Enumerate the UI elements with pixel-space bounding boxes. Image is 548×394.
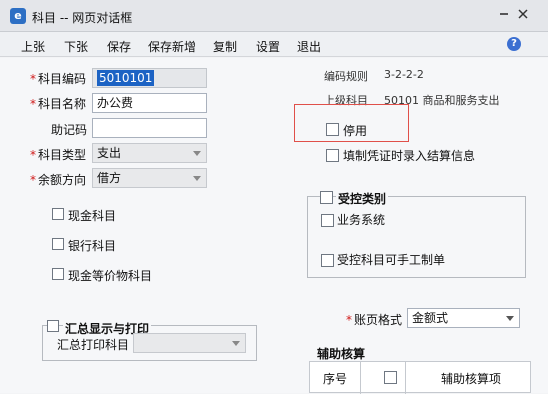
controlled-title: 受控类别 <box>336 190 389 207</box>
type-value: 支出 <box>97 146 122 160</box>
summary-checkbox[interactable] <box>47 320 59 332</box>
rule-value: 3-2-2-2 <box>384 68 424 81</box>
code-field[interactable]: 5010101 <box>92 68 207 88</box>
app-icon: e <box>10 8 26 24</box>
controlled-checkbox[interactable] <box>320 191 333 204</box>
cash-checkbox[interactable] <box>52 208 64 220</box>
code-label: * 科目编码 <box>30 72 87 86</box>
cash-equiv-checkbox[interactable] <box>52 268 64 280</box>
summary-print-select[interactable] <box>133 333 246 353</box>
aux-title: 辅助核算 <box>317 347 366 361</box>
name-label: * 科目名称 <box>30 97 87 111</box>
rule-label: 编码规则 <box>324 70 368 83</box>
bank-checkbox[interactable] <box>52 238 64 250</box>
menu-next[interactable]: 下张 <box>64 38 88 55</box>
ledger-value: 金额式 <box>412 311 449 325</box>
balance-select[interactable]: 借方 <box>92 168 207 188</box>
ledger-select[interactable]: 金额式 <box>407 308 520 328</box>
mnemonic-label: 助记码 <box>51 123 88 137</box>
dropdown-arrow-icon <box>506 316 514 321</box>
summary-print-label: 汇总打印科目 <box>57 338 130 352</box>
title-bar: e 科目 -- 网页对话框 <box>0 0 548 32</box>
menu-settings[interactable]: 设置 <box>256 38 280 55</box>
dropdown-arrow-icon <box>193 176 201 181</box>
ledger-label: * 账页格式 <box>346 313 403 327</box>
bank-label: 银行科目 <box>68 239 117 253</box>
voucher-label: 填制凭证时录入结算信息 <box>343 149 476 163</box>
mnemonic-field[interactable] <box>92 118 207 138</box>
disable-checkbox[interactable] <box>326 123 339 136</box>
business-label: 业务系统 <box>337 213 386 227</box>
menu-prev[interactable]: 上张 <box>21 38 45 55</box>
menu-bar: 上张 下张 保存 保存新增 复制 设置 退出 <box>0 32 548 57</box>
menu-exit[interactable]: 退出 <box>297 38 321 55</box>
dropdown-arrow-icon <box>232 341 240 346</box>
manual-label: 受控科目可手工制单 <box>337 253 446 267</box>
help-icon[interactable]: ? <box>507 37 521 51</box>
name-field[interactable]: 办公费 <box>92 93 207 113</box>
code-value: 5010101 <box>97 70 155 86</box>
dropdown-arrow-icon <box>193 151 201 156</box>
aux-select-all-checkbox[interactable] <box>384 371 397 384</box>
menu-save[interactable]: 保存 <box>107 38 131 55</box>
voucher-checkbox[interactable] <box>326 149 339 162</box>
menu-copy[interactable]: 复制 <box>213 38 237 55</box>
manual-checkbox[interactable] <box>321 254 334 267</box>
close-icon[interactable] <box>515 6 531 22</box>
aux-col-seq: 序号 <box>323 372 348 386</box>
type-label: * 科目类型 <box>30 148 87 162</box>
cash-equiv-label: 现金等价物科目 <box>68 269 153 283</box>
type-select[interactable]: 支出 <box>92 143 207 163</box>
balance-value: 借方 <box>97 171 122 185</box>
menu-save-new[interactable]: 保存新增 <box>148 38 196 55</box>
window-title: 科目 -- 网页对话框 <box>32 11 133 25</box>
business-checkbox[interactable] <box>321 214 334 227</box>
aux-col-item: 辅助核算项 <box>441 372 502 386</box>
balance-label: * 余额方向 <box>30 173 87 187</box>
minimize-icon[interactable] <box>496 6 512 22</box>
disable-label: 停用 <box>343 124 368 138</box>
cash-label: 现金科目 <box>68 209 117 223</box>
